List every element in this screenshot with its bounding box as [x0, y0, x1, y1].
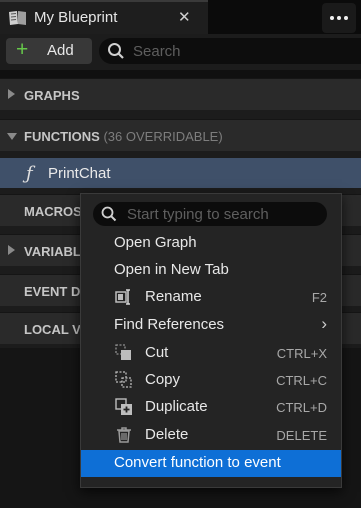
dot	[337, 16, 341, 20]
menu-item-label: Convert function to event	[114, 454, 281, 471]
copy-icon	[115, 371, 132, 388]
more-options-button[interactable]	[322, 3, 356, 33]
blueprint-book-icon	[9, 11, 26, 25]
menu-item-label: Find References	[114, 316, 225, 333]
section-label: MACROS	[24, 204, 82, 219]
function-label: PrintChat	[48, 165, 111, 182]
section-label: GRAPHS	[24, 88, 80, 103]
menu-item-convert-function-to-event[interactable]: Convert function to event	[81, 450, 341, 477]
search-icon	[101, 206, 117, 222]
menu-item-open-in-new-tab[interactable]: Open in New Tab	[81, 257, 341, 284]
menu-item-label: Delete	[145, 426, 189, 443]
section-functions[interactable]: FUNCTIONS (36 OVERRIDABLE)	[0, 119, 361, 151]
menu-item-open-graph[interactable]: Open Graph	[81, 230, 341, 257]
search-icon	[108, 43, 124, 59]
function-icon: ƒ	[26, 163, 33, 184]
tab-my-blueprint[interactable]: My Blueprint ✕	[0, 0, 208, 34]
expand-arrow-icon	[8, 89, 15, 99]
expand-arrow-icon	[8, 245, 15, 255]
menu-item-cut[interactable]: Cut CTRL+X	[81, 340, 341, 367]
chevron-right-icon: ›	[321, 314, 327, 333]
search-input[interactable]	[133, 40, 353, 62]
menu-item-find-references[interactable]: Find References ›	[81, 312, 341, 339]
section-count: (36 OVERRIDABLE)	[103, 129, 223, 144]
menu-item-delete[interactable]: Delete DELETE	[81, 422, 341, 449]
section-label: FUNCTIONS (36 OVERRIDABLE)	[24, 129, 223, 144]
menu-item-label: Duplicate	[145, 398, 208, 415]
tab-title: My Blueprint	[34, 9, 118, 26]
menu-item-copy[interactable]: Copy CTRL+C	[81, 367, 341, 394]
context-menu: Open Graph Open in New Tab Rename F2 Fin…	[80, 193, 342, 488]
context-search-box[interactable]	[93, 202, 327, 226]
add-button[interactable]: + Add	[6, 38, 92, 64]
menu-item-shortcut: CTRL+D	[276, 400, 327, 415]
menu-item-label: Cut	[145, 344, 169, 361]
menu-item-label: Copy	[145, 371, 181, 388]
menu-item-label: Rename	[145, 288, 202, 305]
trash-icon	[117, 427, 131, 443]
toolbar: + Add	[0, 34, 361, 70]
menu-item-shortcut: F2	[311, 290, 327, 305]
dot	[344, 16, 348, 20]
search-box[interactable]	[99, 38, 361, 64]
collapse-arrow-icon	[7, 133, 17, 140]
plus-icon: +	[16, 38, 29, 61]
add-button-label: Add	[47, 42, 74, 59]
duplicate-icon	[115, 398, 132, 415]
dot	[330, 16, 334, 20]
menu-item-shortcut: DELETE	[276, 428, 327, 443]
menu-item-rename[interactable]: Rename F2	[81, 284, 341, 311]
cut-icon	[115, 344, 131, 360]
close-icon[interactable]: ✕	[178, 8, 191, 26]
rename-icon	[115, 289, 130, 305]
section-graphs[interactable]: GRAPHS	[0, 78, 361, 110]
menu-item-shortcut: CTRL+C	[276, 373, 327, 388]
function-item-printchat[interactable]: ƒ PrintChat	[0, 158, 361, 188]
menu-item-shortcut: CTRL+X	[276, 346, 327, 361]
menu-item-label: Open in New Tab	[114, 261, 229, 278]
section-title: FUNCTIONS	[24, 129, 100, 144]
menu-item-label: Open Graph	[114, 234, 197, 251]
context-search-input[interactable]	[127, 204, 317, 224]
menu-item-duplicate[interactable]: Duplicate CTRL+D	[81, 394, 341, 421]
